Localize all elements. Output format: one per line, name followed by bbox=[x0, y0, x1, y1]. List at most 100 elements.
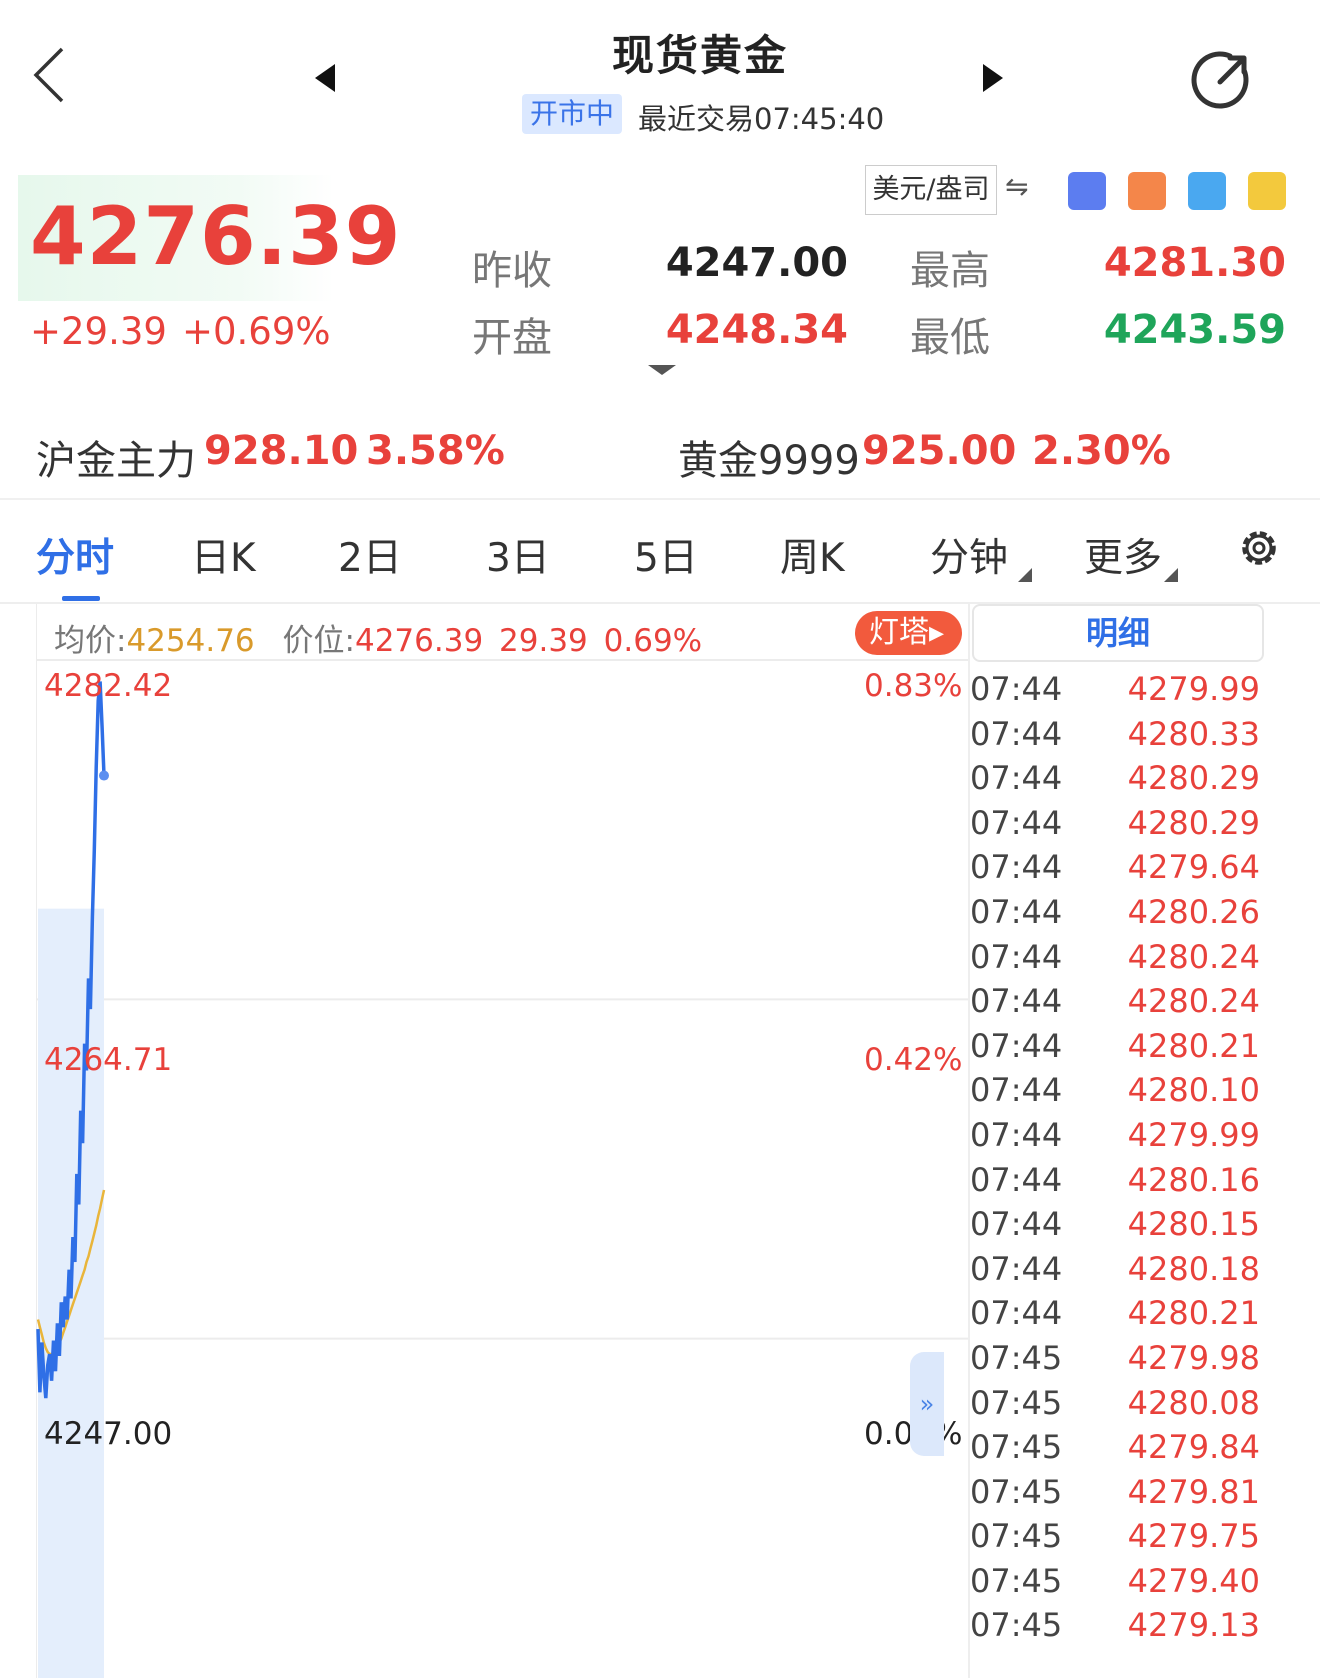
list-item: 07:44 4280.29 bbox=[970, 804, 1260, 849]
chart-info-bar: 均价:4254.76 价位:4276.39 29.39 0.69% bbox=[54, 615, 702, 660]
list-item: 07:44 4280.15 bbox=[970, 1205, 1260, 1250]
list-item: 07:44 4279.64 bbox=[970, 848, 1260, 893]
trade-time: 07:44 bbox=[970, 1249, 1063, 1288]
tab-daily-k[interactable]: 日K bbox=[191, 527, 256, 583]
price-change-pct: +0.69% bbox=[182, 310, 331, 353]
y-pct-label: 0.42% bbox=[864, 1042, 963, 1078]
trade-price: 4280.24 bbox=[1127, 937, 1260, 976]
tab-more[interactable]: 更多 bbox=[1084, 527, 1162, 583]
prev-instrument-icon[interactable] bbox=[315, 64, 335, 92]
list-item: 07:45 4279.75 bbox=[970, 1517, 1260, 1562]
open-label: 开盘 bbox=[472, 315, 552, 361]
tab-minute[interactable]: 分钟 bbox=[930, 527, 1008, 583]
lighthouse-icon[interactable] bbox=[1128, 172, 1166, 210]
market-status-badge: 开市中 bbox=[522, 94, 623, 134]
trade-time: 07:44 bbox=[970, 848, 1063, 887]
trade-price: 4280.26 bbox=[1127, 892, 1260, 931]
y-tick-label: 4247.00 bbox=[44, 1416, 173, 1452]
trade-price: 4280.18 bbox=[1127, 1249, 1260, 1288]
open-value: 4248.34 bbox=[665, 307, 848, 353]
related-quote-name[interactable]: 沪金主力 bbox=[36, 428, 196, 486]
dropdown-corner-icon bbox=[1164, 568, 1178, 582]
tab-weekly-k[interactable]: 周K bbox=[780, 527, 845, 583]
percent-icon[interactable] bbox=[1068, 172, 1106, 210]
list-item: 07:45 4279.98 bbox=[970, 1339, 1260, 1384]
trade-price: 4280.33 bbox=[1127, 714, 1260, 753]
trade-time: 07:45 bbox=[970, 1383, 1063, 1422]
trade-time: 07:44 bbox=[970, 1115, 1063, 1154]
refresh-icon[interactable] bbox=[1190, 48, 1254, 112]
trade-time: 07:44 bbox=[970, 714, 1063, 753]
list-item: 07:45 4279.40 bbox=[970, 1562, 1260, 1607]
last-price-point bbox=[99, 770, 109, 781]
trade-time: 07:45 bbox=[970, 1517, 1063, 1556]
pie-chart-icon[interactable] bbox=[1188, 172, 1226, 210]
intraday-chart[interactable] bbox=[36, 604, 968, 1678]
trade-time: 07:44 bbox=[970, 759, 1063, 798]
trade-price: 4279.81 bbox=[1127, 1472, 1260, 1511]
divider bbox=[0, 498, 1320, 500]
list-item: 07:44 4280.29 bbox=[970, 759, 1260, 804]
related-quote-pct: 2.30% bbox=[1032, 428, 1171, 474]
price-change: +29.39 bbox=[30, 310, 167, 353]
detail-header[interactable]: 明细 bbox=[972, 604, 1264, 662]
trade-price: 4279.40 bbox=[1127, 1561, 1260, 1600]
trade-time: 07:44 bbox=[970, 1294, 1063, 1333]
list-item: 07:45 4279.81 bbox=[970, 1473, 1260, 1518]
y-tick-label: 4264.71 bbox=[44, 1042, 173, 1078]
trade-time: 07:44 bbox=[970, 1071, 1063, 1110]
collapse-detail-button[interactable]: » bbox=[910, 1352, 944, 1456]
list-item: 07:44 4280.33 bbox=[970, 715, 1260, 760]
trade-price: 4280.24 bbox=[1127, 982, 1260, 1021]
trade-price: 4280.29 bbox=[1127, 759, 1260, 798]
trade-time: 07:45 bbox=[970, 1561, 1063, 1600]
trade-price: 4280.21 bbox=[1127, 1294, 1260, 1333]
chevron-down-icon[interactable] bbox=[648, 365, 676, 375]
swap-unit-icon[interactable]: ⇋ bbox=[1005, 170, 1028, 203]
trade-time: 07:45 bbox=[970, 1472, 1063, 1511]
next-instrument-icon[interactable] bbox=[983, 64, 1003, 92]
prev-close-value: 4247.00 bbox=[665, 240, 848, 286]
trade-price: 4279.99 bbox=[1127, 1115, 1260, 1154]
list-item: 07:44 4280.16 bbox=[970, 1161, 1260, 1206]
gear-icon[interactable] bbox=[1235, 524, 1283, 572]
vip-icon[interactable] bbox=[1248, 172, 1286, 210]
list-item: 07:44 4279.99 bbox=[970, 1116, 1260, 1161]
price-level-value: 4276.39 bbox=[354, 623, 484, 659]
trade-time: 07:44 bbox=[970, 937, 1063, 976]
high-value: 4281.30 bbox=[1103, 240, 1286, 286]
trade-price: 4279.75 bbox=[1127, 1517, 1260, 1556]
tab-5-day[interactable]: 5日 bbox=[634, 527, 698, 583]
trade-detail-list[interactable]: 07:44 4279.99 07:44 4280.33 07:44 4280.29 07:4… bbox=[970, 670, 1260, 1651]
related-quote-price: 925.00 bbox=[862, 428, 1017, 474]
trade-price: 4279.64 bbox=[1127, 848, 1260, 887]
unit-selector[interactable]: 美元/盎司 bbox=[865, 165, 997, 215]
trade-price: 4280.21 bbox=[1127, 1026, 1260, 1065]
trade-price: 4280.08 bbox=[1127, 1383, 1260, 1422]
list-item: 07:44 4280.10 bbox=[970, 1071, 1260, 1116]
trade-price: 4280.15 bbox=[1127, 1205, 1260, 1244]
list-item: 07:45 4279.84 bbox=[970, 1428, 1260, 1473]
back-icon[interactable] bbox=[28, 45, 78, 105]
trade-time: 07:45 bbox=[970, 1428, 1063, 1467]
trade-time: 07:44 bbox=[970, 670, 1063, 708]
related-quote-name[interactable]: 黄金9999 bbox=[678, 428, 860, 486]
trade-price: 4280.29 bbox=[1127, 803, 1260, 842]
y-pct-label: 0.83% bbox=[864, 668, 963, 704]
prev-close-label: 昨收 bbox=[472, 248, 552, 294]
trade-time: 07:44 bbox=[970, 892, 1063, 931]
last-trade-time: 最近交易07:45:40 bbox=[638, 102, 885, 136]
trade-price: 4279.13 bbox=[1127, 1606, 1260, 1645]
trade-time: 07:44 bbox=[970, 982, 1063, 1021]
list-item: 07:45 4279.13 bbox=[970, 1606, 1260, 1651]
avg-price-label: 均价: bbox=[54, 623, 127, 659]
list-item: 07:45 4280.08 bbox=[970, 1384, 1260, 1429]
tab-intraday[interactable]: 分时 bbox=[36, 527, 114, 583]
trade-time: 07:45 bbox=[970, 1606, 1063, 1645]
lighthouse-button[interactable]: 灯塔▸ bbox=[855, 611, 963, 655]
tab-2-day[interactable]: 2日 bbox=[338, 527, 402, 583]
trade-price: 4279.84 bbox=[1127, 1428, 1260, 1467]
low-label: 最低 bbox=[910, 315, 990, 361]
tab-3-day[interactable]: 3日 bbox=[486, 527, 550, 583]
list-item: 07:44 4280.18 bbox=[970, 1250, 1260, 1295]
